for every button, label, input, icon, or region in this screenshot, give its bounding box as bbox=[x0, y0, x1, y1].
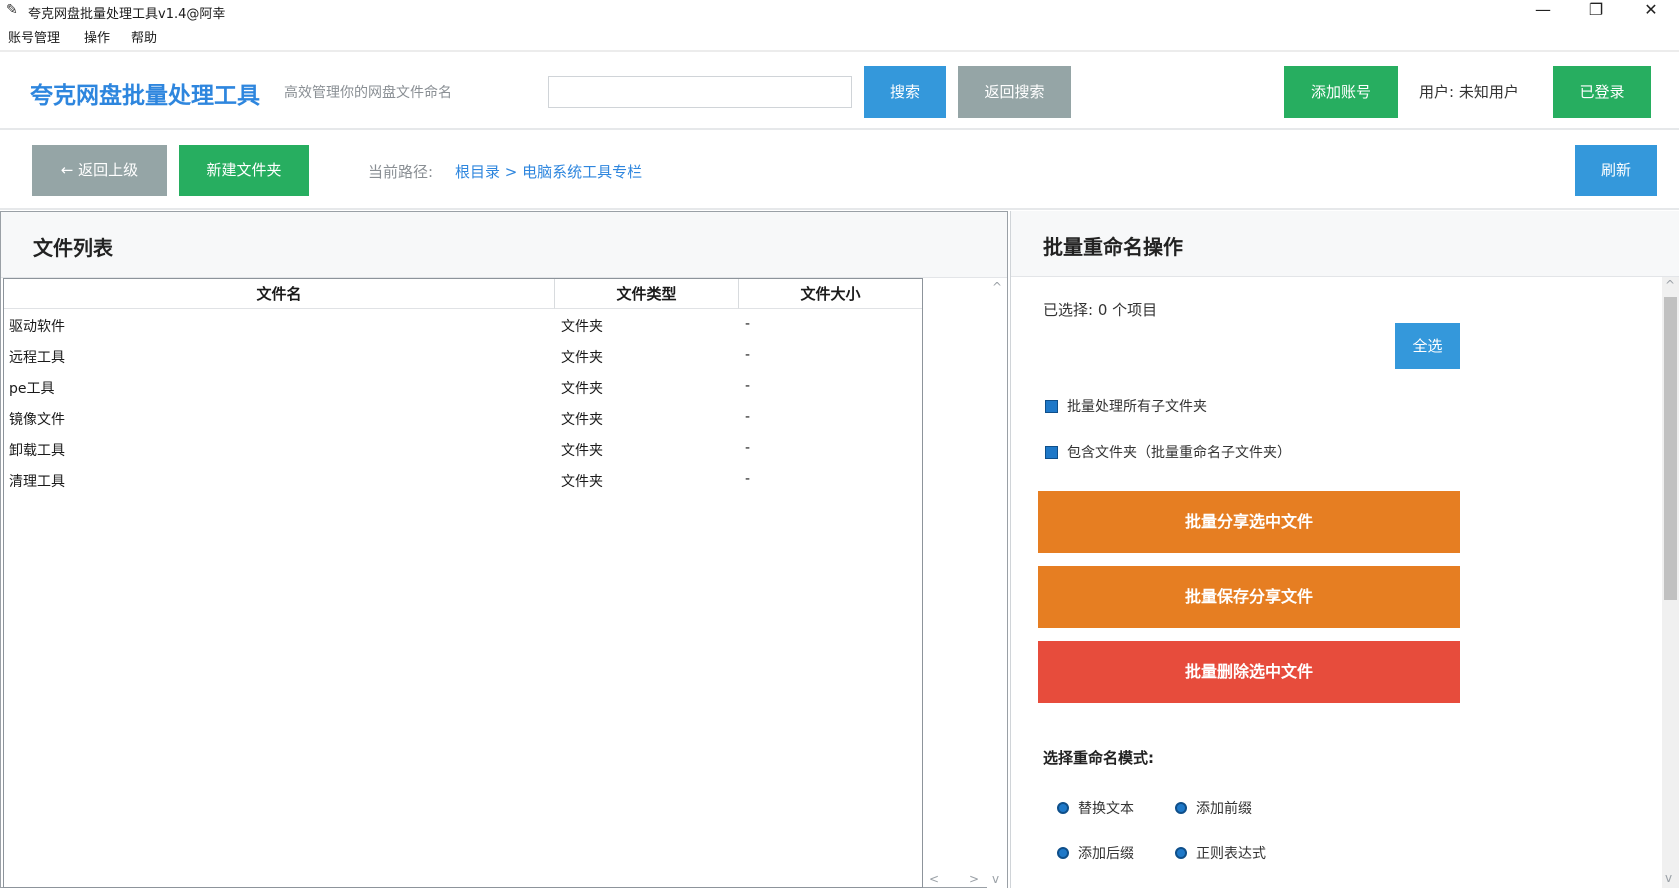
file-size: - bbox=[745, 471, 751, 487]
file-list-panel: 文件列表 文件名 文件类型 文件大小 驱动软件 文件夹 - 远程工具 文件夹 -… bbox=[0, 211, 1008, 888]
menu-account[interactable]: 账号管理 bbox=[8, 27, 60, 46]
scroll-down-icon[interactable]: v bbox=[992, 872, 999, 886]
radio-add-suffix[interactable]: 添加后缀 bbox=[1057, 843, 1134, 863]
breadcrumb[interactable]: 根目录 > 电脑系统工具专栏 bbox=[455, 161, 642, 182]
table-row[interactable]: 卸载工具 文件夹 - bbox=[4, 433, 922, 464]
file-type: 文件夹 bbox=[561, 412, 603, 428]
file-type: 文件夹 bbox=[561, 443, 603, 459]
radio-add-suffix-label: 添加后缀 bbox=[1078, 846, 1134, 862]
file-name: 镜像文件 bbox=[9, 412, 65, 428]
checkbox-icon[interactable] bbox=[1045, 446, 1058, 459]
radio-add-prefix[interactable]: 添加前缀 bbox=[1175, 798, 1252, 818]
minimize-button[interactable]: — bbox=[1520, 0, 1566, 22]
file-size: - bbox=[745, 347, 751, 363]
toolbar: ← 返回上级 新建文件夹 当前路径: 根目录 > 电脑系统工具专栏 刷新 bbox=[0, 132, 1679, 210]
file-name: pe工具 bbox=[9, 381, 55, 397]
file-name: 卸载工具 bbox=[9, 443, 65, 459]
file-list-scrollbar[interactable]: ^ v bbox=[987, 278, 1007, 888]
checkbox-include-folders-label: 包含文件夹（批量重命名子文件夹） bbox=[1067, 445, 1291, 461]
radio-regex-label: 正则表达式 bbox=[1196, 846, 1266, 862]
new-folder-button[interactable]: 新建文件夹 bbox=[179, 145, 309, 196]
radio-icon[interactable] bbox=[1175, 847, 1187, 859]
file-table[interactable]: 文件名 文件类型 文件大小 驱动软件 文件夹 - 远程工具 文件夹 - pe工具… bbox=[3, 278, 923, 888]
batch-panel-title: 批量重命名操作 bbox=[1043, 235, 1183, 259]
checkbox-include-folders[interactable]: 包含文件夹（批量重命名子文件夹） bbox=[1045, 442, 1291, 462]
checkbox-subfolders[interactable]: 批量处理所有子文件夹 bbox=[1045, 396, 1207, 416]
file-size: - bbox=[745, 409, 751, 425]
window-titlebar: ✎ 夸克网盘批量处理工具v1.4@阿幸 — ❐ ✕ bbox=[0, 0, 1679, 22]
radio-icon[interactable] bbox=[1057, 802, 1069, 814]
rename-mode-label: 选择重命名模式: bbox=[1043, 749, 1154, 767]
scroll-down-icon[interactable]: v bbox=[1665, 871, 1672, 885]
table-row[interactable]: 清理工具 文件夹 - bbox=[4, 464, 922, 495]
window-title: 夸克网盘批量处理工具v1.4@阿幸 bbox=[28, 7, 226, 22]
add-account-button[interactable]: 添加账号 bbox=[1284, 66, 1398, 118]
file-name: 清理工具 bbox=[9, 474, 65, 490]
batch-save-share-button[interactable]: 批量保存分享文件 bbox=[1038, 566, 1460, 628]
selected-count: 已选择: 0 个项目 bbox=[1043, 301, 1158, 319]
scroll-up-icon[interactable]: ^ bbox=[1665, 278, 1675, 292]
batch-share-button[interactable]: 批量分享选中文件 bbox=[1038, 491, 1460, 553]
radio-icon[interactable] bbox=[1057, 847, 1069, 859]
restore-button[interactable]: ❐ bbox=[1573, 0, 1619, 22]
checkbox-icon[interactable] bbox=[1045, 400, 1058, 413]
close-button[interactable]: ✕ bbox=[1628, 0, 1674, 22]
radio-add-prefix-label: 添加前缀 bbox=[1196, 801, 1252, 817]
batch-delete-button[interactable]: 批量删除选中文件 bbox=[1038, 641, 1460, 703]
batch-panel: 批量重命名操作 已选择: 0 个项目 全选 批量处理所有子文件夹 包含文件夹（批… bbox=[1010, 211, 1679, 888]
file-size: - bbox=[745, 440, 751, 456]
back-search-button[interactable]: 返回搜索 bbox=[958, 66, 1071, 118]
scrollbar-thumb[interactable] bbox=[1664, 297, 1677, 600]
menu-help[interactable]: 帮助 bbox=[131, 27, 157, 46]
column-header-name[interactable]: 文件名 bbox=[4, 279, 555, 309]
feather-icon: ✎ bbox=[6, 2, 18, 18]
file-type: 文件夹 bbox=[561, 381, 603, 397]
file-type: 文件夹 bbox=[561, 319, 603, 335]
file-name: 驱动软件 bbox=[9, 319, 65, 335]
column-header-type[interactable]: 文件类型 bbox=[555, 279, 739, 309]
search-input[interactable] bbox=[548, 76, 852, 108]
file-type: 文件夹 bbox=[561, 474, 603, 490]
brand-tagline: 高效管理你的网盘文件命名 bbox=[284, 85, 452, 101]
table-row[interactable]: 镜像文件 文件夹 - bbox=[4, 402, 922, 433]
back-parent-button[interactable]: ← 返回上级 bbox=[32, 145, 167, 196]
brand-title: 夸克网盘批量处理工具 bbox=[30, 83, 260, 109]
path-label: 当前路径: bbox=[368, 163, 434, 181]
table-row[interactable]: pe工具 文件夹 - bbox=[4, 371, 922, 402]
login-status-button[interactable]: 已登录 bbox=[1553, 66, 1651, 118]
file-type: 文件夹 bbox=[561, 350, 603, 366]
scroll-up-icon[interactable]: ^ bbox=[992, 280, 1002, 294]
batch-panel-scrollbar[interactable]: ^ v bbox=[1662, 277, 1679, 888]
file-list-header: 文件列表 bbox=[1, 212, 1007, 278]
table-row[interactable]: 驱动软件 文件夹 - bbox=[4, 309, 922, 340]
scroll-right-icon[interactable]: > bbox=[969, 872, 979, 886]
scroll-left-icon[interactable]: < bbox=[929, 872, 939, 886]
header: 夸克网盘批量处理工具 高效管理你的网盘文件命名 搜索 返回搜索 添加账号 用户:… bbox=[0, 50, 1679, 130]
file-size: - bbox=[745, 378, 751, 394]
table-row[interactable]: 远程工具 文件夹 - bbox=[4, 340, 922, 371]
menu-bar: 账号管理 操作 帮助 bbox=[0, 24, 1679, 46]
checkbox-subfolders-label: 批量处理所有子文件夹 bbox=[1067, 399, 1207, 415]
radio-replace-text-label: 替换文本 bbox=[1078, 801, 1134, 817]
refresh-button[interactable]: 刷新 bbox=[1575, 145, 1657, 196]
radio-regex[interactable]: 正则表达式 bbox=[1175, 843, 1266, 863]
radio-icon[interactable] bbox=[1175, 802, 1187, 814]
file-size: - bbox=[745, 316, 751, 332]
column-header-size[interactable]: 文件大小 bbox=[739, 279, 922, 309]
menu-operation[interactable]: 操作 bbox=[84, 27, 110, 46]
user-label: 用户: 未知用户 bbox=[1419, 83, 1519, 101]
file-list-title: 文件列表 bbox=[33, 236, 113, 260]
search-button[interactable]: 搜索 bbox=[864, 66, 946, 118]
file-name: 远程工具 bbox=[9, 350, 65, 366]
radio-replace-text[interactable]: 替换文本 bbox=[1057, 798, 1134, 818]
batch-panel-header: 批量重命名操作 bbox=[1011, 211, 1679, 277]
select-all-button[interactable]: 全选 bbox=[1395, 323, 1460, 369]
